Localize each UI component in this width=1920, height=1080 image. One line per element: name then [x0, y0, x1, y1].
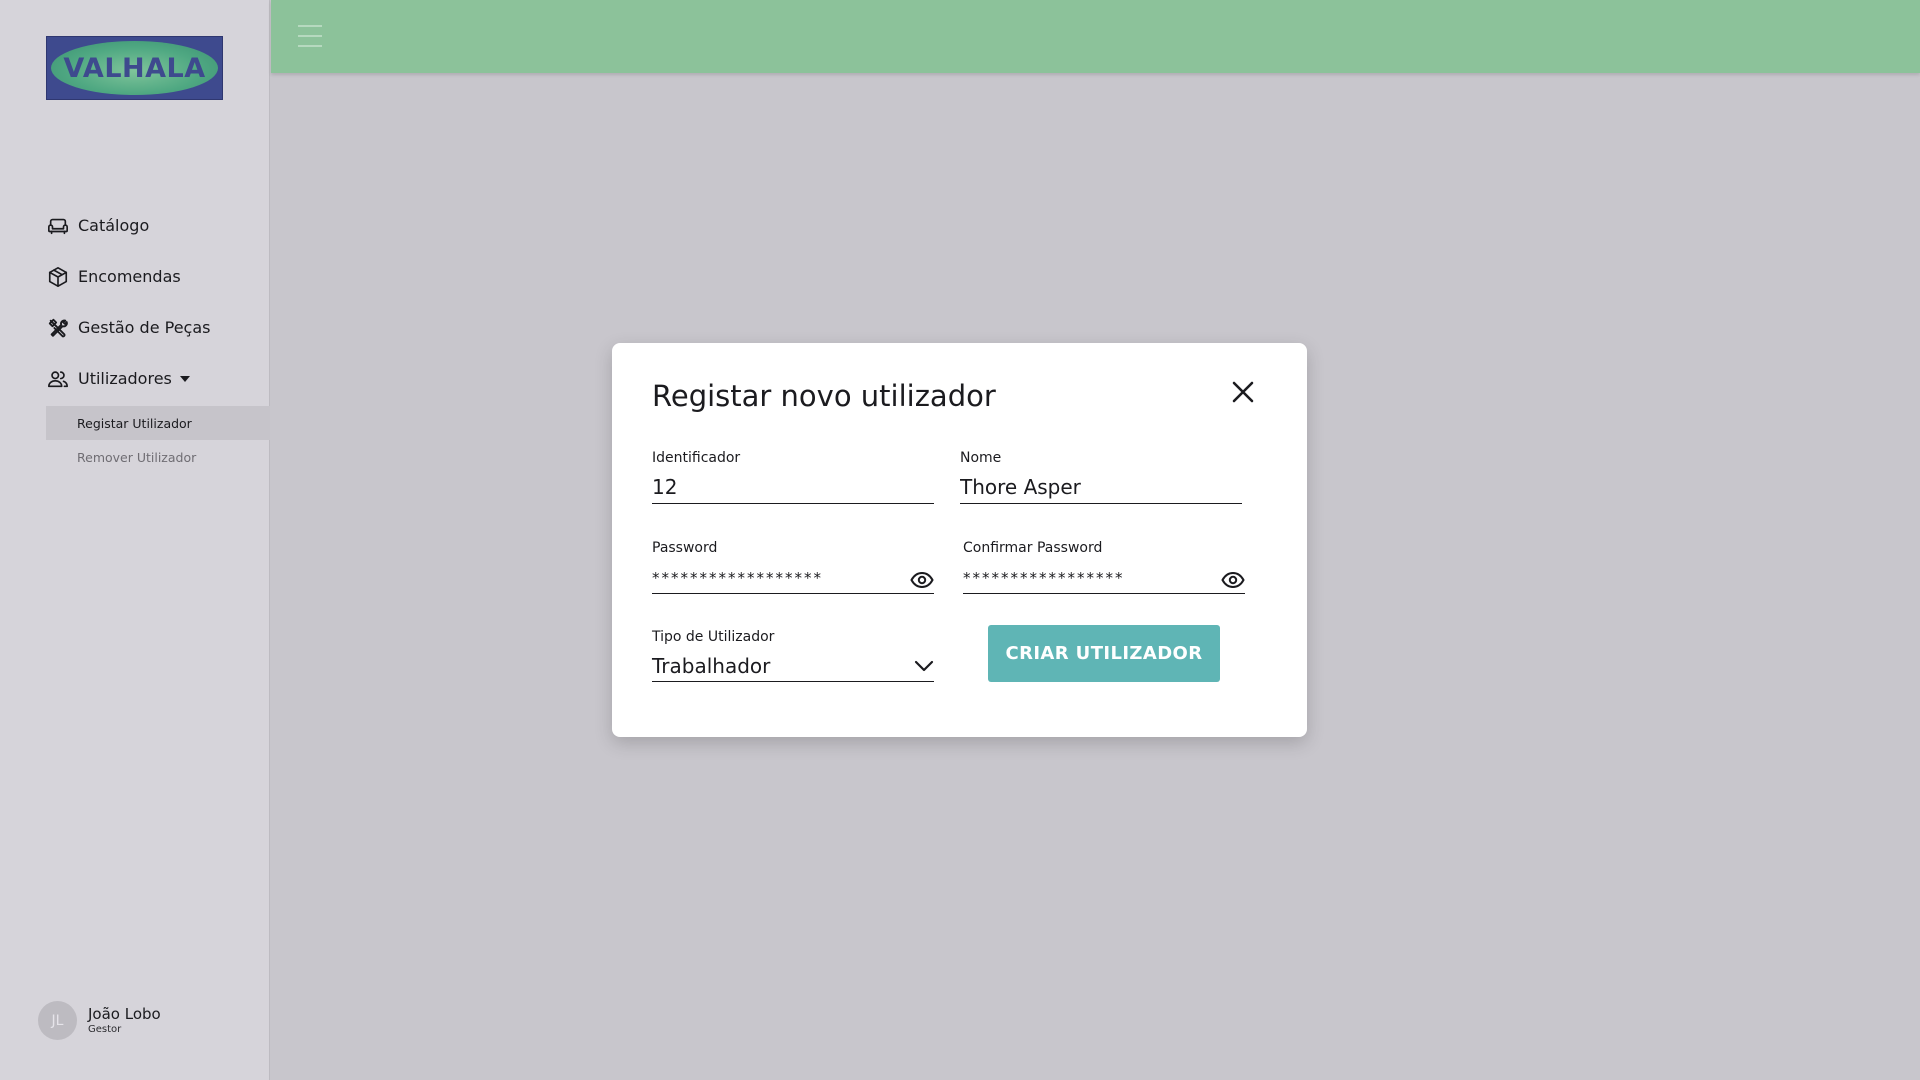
identificador-field: Identificador [652, 450, 934, 504]
logo-text: VALHALA [63, 52, 206, 84]
eye-icon[interactable] [1221, 569, 1245, 591]
user-role: Gestor [88, 1024, 122, 1035]
subnav-remover-utilizador[interactable]: Remover Utilizador [46, 440, 270, 474]
register-user-dialog: Registar novo utilizador Identificador N… [612, 343, 1307, 737]
nome-input[interactable] [960, 473, 1242, 504]
close-icon[interactable] [1230, 379, 1256, 405]
tools-icon [46, 316, 70, 340]
password-input[interactable] [652, 563, 934, 594]
sidebar-item-encomendas[interactable]: Encomendas [46, 251, 270, 302]
users-icon [46, 367, 70, 391]
user-profile[interactable]: JL João Lobo Gestor [38, 1001, 161, 1040]
user-name: João Lobo [88, 1005, 161, 1023]
identificador-input[interactable] [652, 473, 934, 504]
password-field: Password [652, 540, 934, 594]
sidebar-nav: Catálogo Encomendas Gestão de Peças Util… [46, 200, 270, 474]
hamburger-menu-icon[interactable] [298, 25, 322, 47]
criar-utilizador-button[interactable]: CRIAR UTILIZADOR [988, 625, 1220, 682]
nome-label: Nome [960, 450, 1002, 466]
sidebar-item-label: Gestão de Peças [78, 318, 211, 337]
sidebar-item-label: Utilizadores [78, 369, 172, 388]
confirm-password-field: Confirmar Password [963, 540, 1245, 594]
password-wrapper [652, 563, 934, 594]
tipo-utilizador-label: Tipo de Utilizador [652, 629, 775, 645]
sidebar-item-gestao-pecas[interactable]: Gestão de Peças [46, 302, 270, 353]
users-subnav: Registar Utilizador Remover Utilizador [46, 406, 270, 474]
tipo-utilizador-value: Trabalhador [652, 654, 771, 678]
tipo-utilizador-select[interactable]: Trabalhador [652, 652, 934, 682]
valhala-logo[interactable]: VALHALA [46, 36, 223, 100]
chevron-down-icon [914, 657, 934, 676]
confirm-password-input[interactable] [963, 563, 1245, 594]
user-info: João Lobo Gestor [88, 1005, 161, 1036]
sidebar-item-label: Catálogo [78, 216, 150, 235]
dialog-title: Registar novo utilizador [652, 379, 996, 413]
password-label: Password [652, 540, 718, 556]
subnav-registar-utilizador[interactable]: Registar Utilizador [46, 406, 270, 440]
sidebar-item-label: Encomendas [78, 267, 181, 286]
confirm-password-wrapper [963, 563, 1245, 594]
sidebar: VALHALA Catálogo Encomendas Gestão de Pe… [0, 0, 270, 1080]
sidebar-item-utilizadores[interactable]: Utilizadores [46, 353, 270, 404]
confirm-password-label: Confirmar Password [963, 540, 1103, 556]
tipo-utilizador-field: Tipo de Utilizador Trabalhador [652, 629, 934, 682]
sidebar-item-catalogo[interactable]: Catálogo [46, 200, 270, 251]
sofa-icon [46, 214, 70, 238]
identificador-label: Identificador [652, 450, 741, 466]
caret-down-icon [179, 375, 190, 382]
eye-icon[interactable] [910, 569, 934, 591]
top-bar [271, 0, 1920, 73]
package-icon [46, 265, 70, 289]
avatar: JL [38, 1001, 77, 1040]
nome-field: Nome [960, 450, 1242, 504]
